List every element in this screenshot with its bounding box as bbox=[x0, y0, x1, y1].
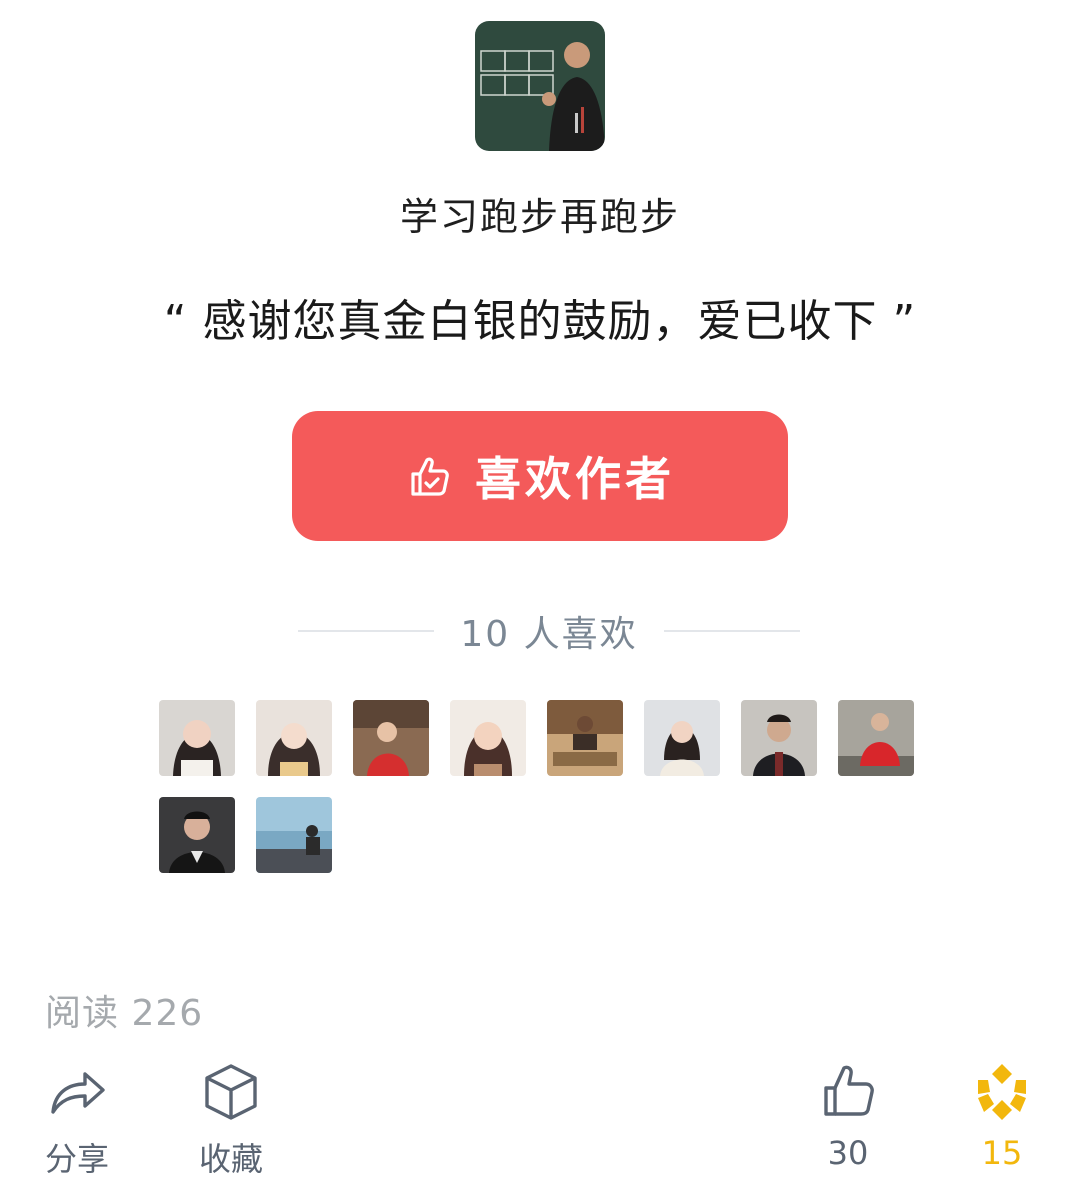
supporter-avatar[interactable] bbox=[353, 700, 429, 776]
supporter-avatar[interactable] bbox=[256, 700, 332, 776]
author-name[interactable]: 学习跑步再跑步 bbox=[0, 186, 1080, 241]
supporter-avatar[interactable] bbox=[547, 700, 623, 776]
like-author-label: 喜欢作者 bbox=[475, 452, 675, 506]
share-button[interactable]: 分享 bbox=[45, 1060, 109, 1180]
supporter-avatar[interactable] bbox=[838, 700, 914, 776]
supporter-photo bbox=[159, 700, 235, 776]
like-author-button[interactable]: 喜欢作者 bbox=[292, 411, 788, 541]
supporter-avatar[interactable] bbox=[741, 700, 817, 776]
supporter-photo bbox=[547, 700, 623, 776]
supporter-photo bbox=[741, 700, 817, 776]
thumbs-up-icon bbox=[824, 1065, 874, 1116]
gold-diamond-icon bbox=[978, 1064, 1026, 1120]
read-count: 阅读 226 bbox=[45, 993, 204, 1034]
supporter-avatar[interactable] bbox=[159, 797, 235, 873]
supporter-photo bbox=[159, 797, 235, 873]
favorite-button[interactable]: 收藏 bbox=[199, 1060, 263, 1180]
like-count: 30 bbox=[827, 1134, 869, 1172]
share-arrow-icon bbox=[51, 1072, 105, 1114]
divider-line-left bbox=[298, 630, 435, 632]
thumbs-up-check-icon bbox=[411, 457, 449, 496]
like-button[interactable]: 30 bbox=[816, 1060, 880, 1172]
supporter-avatar[interactable] bbox=[644, 700, 720, 776]
divider-line-right bbox=[663, 630, 801, 632]
favorite-label: 收藏 bbox=[199, 1140, 264, 1178]
likes-count-divider: 10 人喜欢 bbox=[298, 608, 801, 655]
thanks-message: “ 感谢您真金白银的鼓励，爱已收下 ” bbox=[163, 296, 917, 347]
supporter-avatar[interactable] bbox=[450, 700, 526, 776]
author-avatar[interactable] bbox=[475, 21, 605, 151]
supporter-photo bbox=[353, 700, 429, 776]
supporter-photo bbox=[838, 700, 914, 776]
supporter-photo bbox=[256, 797, 332, 873]
cube-icon bbox=[205, 1064, 257, 1120]
supporter-avatar[interactable] bbox=[256, 797, 332, 873]
supporter-avatar[interactable] bbox=[159, 700, 235, 776]
supporter-photo bbox=[644, 700, 720, 776]
likes-count: 10 人喜欢 bbox=[460, 614, 638, 655]
reward-count: 15 bbox=[981, 1134, 1023, 1172]
author-photo bbox=[475, 21, 605, 151]
supporter-photo bbox=[450, 700, 526, 776]
reward-button[interactable]: 15 bbox=[970, 1060, 1034, 1172]
share-label: 分享 bbox=[45, 1140, 110, 1178]
supporter-photo bbox=[256, 700, 332, 776]
